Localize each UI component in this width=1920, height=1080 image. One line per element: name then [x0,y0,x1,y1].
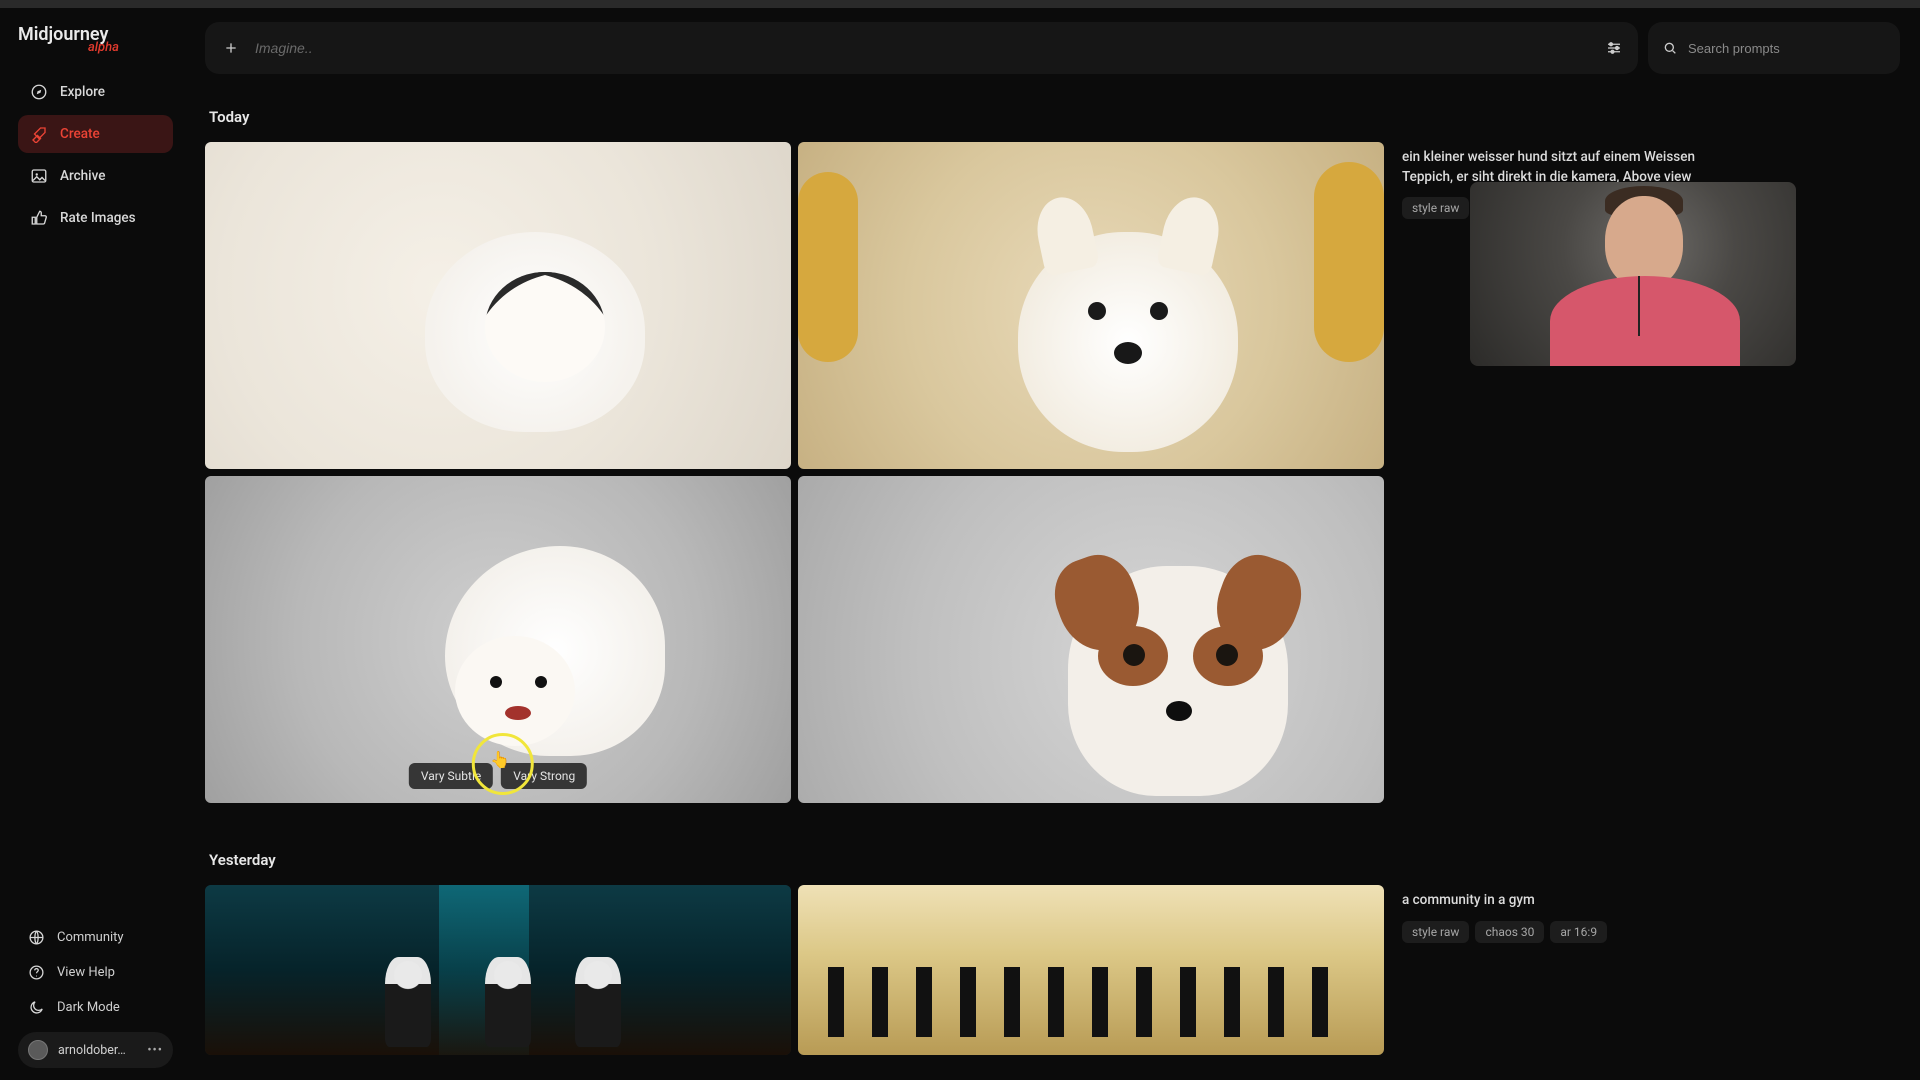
nav-label: Archive [60,168,105,184]
prompt-text[interactable]: a community in a gym [1402,891,1732,911]
generation-row: a community in a gym style raw chaos 30 … [205,885,1892,1055]
sidebar-item-rate[interactable]: Rate Images [18,199,173,237]
nav-label: Explore [60,84,105,100]
top-bar [205,22,1900,74]
param-tag[interactable]: style raw [1402,921,1469,943]
sidebar-item-archive[interactable]: Archive [18,157,173,195]
sliders-icon [1605,39,1623,57]
image-content [798,885,1384,1055]
vary-strong-button[interactable]: Vary Strong [501,763,587,789]
more-icon[interactable]: ••• [147,1043,163,1058]
generated-image[interactable] [205,885,791,1055]
image-content [798,476,1384,803]
sidebar-bottom: Community View Help Dark Mode arnoldober… [18,921,173,1068]
imagine-bar [205,22,1638,74]
feed[interactable]: Today [205,98,1900,1080]
image-content [205,885,791,1055]
nav-label: Rate Images [60,210,136,226]
image-content [798,142,1384,469]
logo: Midjourney alpha [18,26,173,45]
prompt-panel: ein kleiner weisser hund sitzt auf einem… [1402,142,1802,803]
settings-button[interactable] [1600,34,1628,62]
image-content [205,142,791,469]
prompt-tags: style raw chaos 30 ar 16:9 [1402,921,1802,943]
param-tag[interactable]: chaos 30 [1475,921,1544,943]
vary-subtle-button[interactable]: Vary Subtle [409,763,493,789]
prompt-panel: a community in a gym style raw chaos 30 … [1402,885,1802,1055]
generation-row: Vary Subtle Vary Strong 👆 ein kleiner we [205,142,1892,803]
image-grid: Vary Subtle Vary Strong 👆 [205,142,1384,803]
image-grid [205,885,1384,1055]
primary-nav: Explore Create Archive Rate Images [18,73,173,237]
user-menu[interactable]: arnoldober… ••• [18,1032,173,1068]
param-tag[interactable]: ar 16:9 [1550,921,1607,943]
username: arnoldober… [58,1043,126,1058]
param-tag[interactable]: style raw [1402,197,1469,219]
thumbs-up-icon [30,209,48,227]
search-input[interactable] [1688,41,1886,56]
webcam-overlay [1470,182,1796,366]
generated-image[interactable]: Vary Subtle Vary Strong 👆 [205,476,791,803]
help-icon [28,964,45,981]
logo-badge: alpha [88,41,119,55]
sidebar: Midjourney alpha Explore Create Archive … [0,8,185,1080]
sidebar-item-community[interactable]: Community [18,921,173,954]
main: Today [185,8,1920,1080]
generated-image[interactable] [798,142,1384,469]
compass-icon [30,83,48,101]
sidebar-item-dark-mode[interactable]: Dark Mode [18,991,173,1024]
sidebar-item-explore[interactable]: Explore [18,73,173,111]
nav-label: Dark Mode [57,1000,120,1015]
sidebar-item-create[interactable]: Create [18,115,173,153]
section-heading-today: Today [209,108,1892,126]
nav-label: View Help [57,965,115,980]
nav-label: Community [57,930,124,945]
plus-icon [223,40,239,56]
search-icon [1662,40,1678,56]
imagine-input[interactable] [255,40,1592,56]
moon-icon [28,999,45,1016]
add-button[interactable] [215,32,247,64]
generated-image[interactable] [798,885,1384,1055]
vary-controls: Vary Subtle Vary Strong 👆 [409,763,587,789]
paint-icon [30,125,48,143]
nav-label: Create [60,126,100,142]
section-heading-yesterday: Yesterday [209,851,1892,869]
image-icon [30,167,48,185]
image-content [205,476,791,803]
generated-image[interactable] [798,476,1384,803]
sidebar-item-help[interactable]: View Help [18,956,173,989]
search-bar [1648,22,1900,74]
generated-image[interactable] [205,142,791,469]
avatar [28,1040,48,1060]
globe-icon [28,929,45,946]
